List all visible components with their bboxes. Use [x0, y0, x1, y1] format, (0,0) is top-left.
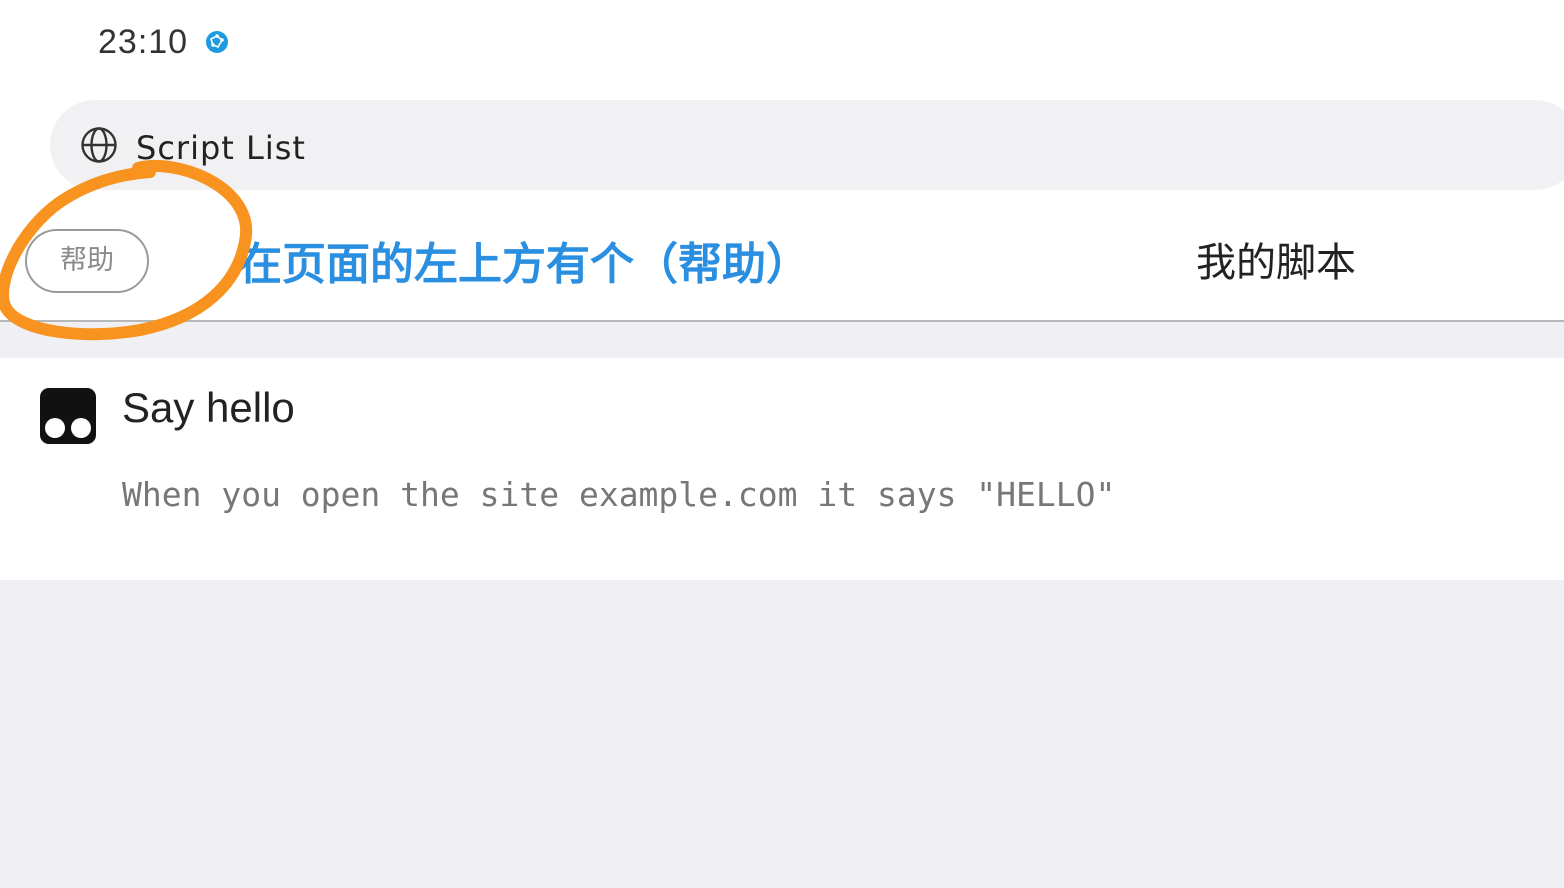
page-title: 我的脚本 [1196, 240, 1356, 286]
url-bar-title: Script List [136, 129, 306, 167]
header-divider [0, 320, 1564, 322]
help-button[interactable]: 帮助 [25, 229, 149, 293]
annotation-text: 在页面的左上方有个（帮助） [238, 239, 810, 290]
globe-icon [81, 127, 117, 163]
script-description: When you open the site example.com it sa… [122, 475, 1116, 514]
status-time: 23:10 [98, 23, 189, 61]
script-name: Say hello [122, 384, 295, 431]
network-indicator-icon [206, 31, 228, 53]
script-list-item[interactable]: Say hello When you open the site example… [0, 358, 1564, 580]
tampermonkey-icon [40, 388, 96, 444]
